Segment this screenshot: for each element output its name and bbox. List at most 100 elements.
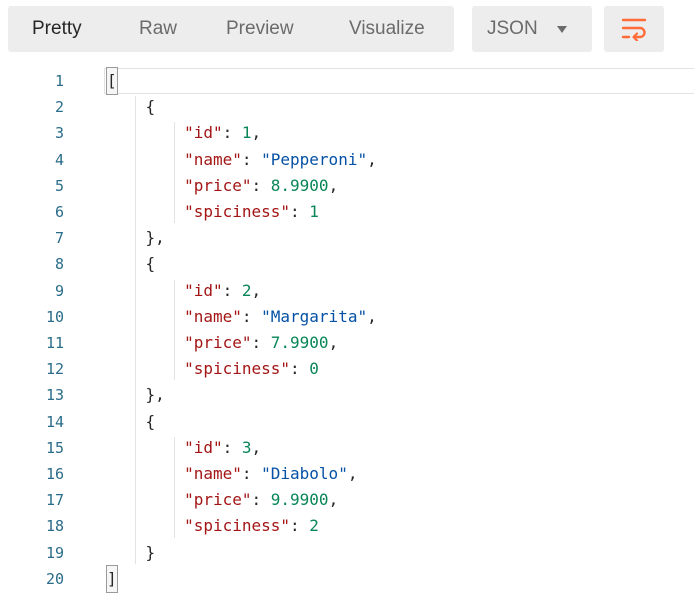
json-punctuation: , <box>328 175 339 195</box>
json-punctuation: : <box>241 306 262 326</box>
json-punctuation: : <box>290 202 310 221</box>
json-key: "name" <box>184 306 242 326</box>
json-punctuation: : <box>251 333 271 352</box>
code-text: "name": "Diabolo", <box>107 461 357 487</box>
tab-preview[interactable]: Preview <box>226 6 294 52</box>
json-key: "name" <box>184 464 242 483</box>
json-key: "price" <box>184 490 252 510</box>
json-punctuation: : <box>222 437 242 457</box>
code-text: { <box>107 251 156 277</box>
tab-pretty[interactable]: Pretty <box>32 6 82 52</box>
code-text: "id": 2, <box>107 278 261 304</box>
code-line: 14 { <box>0 409 694 435</box>
json-punctuation: : <box>241 464 262 483</box>
view-mode-tabs: Pretty Raw Preview Visualize <box>8 6 454 52</box>
json-string-value: "Margarita" <box>261 306 368 326</box>
json-punctuation <box>107 202 184 221</box>
code-text: "spiciness": 1 <box>107 199 319 225</box>
code-text: "id": 3, <box>107 435 261 461</box>
code-text: "spiciness": 0 <box>107 356 319 382</box>
json-punctuation <box>107 464 184 483</box>
json-number-value: 2 <box>309 516 319 536</box>
json-punctuation <box>107 123 184 142</box>
line-number: 8 <box>54 255 64 274</box>
code-text: "price": 8.9900, <box>107 173 338 199</box>
json-number-value: 8.9900 <box>270 175 329 195</box>
line-number: 12 <box>45 360 64 379</box>
json-punctuation: : <box>290 359 310 379</box>
code-line: 16 "name": "Diabolo", <box>0 461 694 487</box>
code-line: 12 "spiciness": 0 <box>0 356 694 382</box>
format-select[interactable]: JSON <box>472 6 592 52</box>
response-toolbar: Pretty Raw Preview Visualize JSON <box>0 0 694 62</box>
json-punctuation: , <box>328 490 339 510</box>
code-line: 7 }, <box>0 225 694 251</box>
json-punctuation: , <box>328 333 339 352</box>
code-text: "price": 9.9900, <box>107 487 338 513</box>
code-line: 2 { <box>0 94 694 120</box>
json-punctuation <box>107 490 184 509</box>
json-punctuation: , <box>367 306 377 326</box>
code-line: 11 "price": 7.9900, <box>0 330 694 356</box>
json-number-value: 7.9900 <box>270 333 329 352</box>
json-punctuation: } <box>107 542 156 562</box>
json-punctuation: }, <box>107 385 165 405</box>
json-punctuation: : <box>251 490 271 510</box>
json-punctuation: { <box>107 97 156 117</box>
json-key: "name" <box>184 149 242 169</box>
line-number: 16 <box>45 465 64 483</box>
code-text: [ <box>106 67 118 95</box>
json-punctuation <box>107 176 184 195</box>
code-text: "name": "Pepperoni", <box>107 147 377 173</box>
json-number-value: 1 <box>309 202 319 221</box>
json-punctuation: , <box>347 464 358 483</box>
json-number-value: 2 <box>241 280 252 300</box>
json-punctuation <box>107 333 184 352</box>
json-punctuation: }, <box>107 228 165 248</box>
line-number: 14 <box>45 412 64 431</box>
code-line: 3 "id": 1, <box>0 120 694 146</box>
code-line: 10 "name": "Margarita", <box>0 304 694 330</box>
json-key: "spiciness" <box>184 516 291 536</box>
line-number: 10 <box>45 307 64 326</box>
code-text: ] <box>106 564 118 593</box>
code-line: 18 "spiciness": 2 <box>0 513 694 539</box>
code-text: "id": 1, <box>107 120 261 146</box>
json-code-editor[interactable]: 1[2 {3 "id": 1, 4 "name": "Pepperoni", 5 "… <box>0 67 694 600</box>
json-key: "spiciness" <box>184 202 291 221</box>
wrap-lines-button[interactable] <box>604 6 664 52</box>
json-punctuation: , <box>251 123 262 143</box>
tab-raw[interactable]: Raw <box>139 6 177 52</box>
json-punctuation: { <box>107 411 156 431</box>
code-text: "spiciness": 2 <box>107 513 319 539</box>
json-punctuation: : <box>241 149 262 169</box>
json-punctuation <box>107 438 184 457</box>
matched-bracket: ] <box>106 564 118 593</box>
line-number: 20 <box>45 569 64 588</box>
line-number: 3 <box>54 124 64 143</box>
code-line: 5 "price": 8.9900, <box>0 173 694 199</box>
json-punctuation: : <box>290 516 310 536</box>
json-punctuation <box>107 281 184 300</box>
code-line: 20] <box>0 564 694 593</box>
code-line: 17 "price": 9.9900, <box>0 487 694 513</box>
line-number: 6 <box>54 203 64 221</box>
json-punctuation: { <box>107 254 156 274</box>
code-line: 9 "id": 2, <box>0 278 694 304</box>
tab-visualize[interactable]: Visualize <box>349 6 425 52</box>
code-text: "name": "Margarita", <box>107 304 377 330</box>
active-line-highlight <box>104 68 694 94</box>
json-punctuation: : <box>222 280 242 300</box>
format-select-value: JSON <box>487 18 538 39</box>
wrap-lines-icon <box>621 18 647 41</box>
code-line: 15 "id": 3, <box>0 435 694 461</box>
code-line: 8 { <box>0 251 694 277</box>
line-number: 18 <box>45 517 64 536</box>
line-number: 2 <box>54 98 64 117</box>
line-number: 5 <box>54 176 64 195</box>
code-text: "price": 7.9900, <box>107 330 338 356</box>
line-number: 4 <box>54 150 64 169</box>
line-number: 17 <box>45 491 64 510</box>
json-punctuation <box>107 307 184 326</box>
json-punctuation <box>107 359 184 378</box>
